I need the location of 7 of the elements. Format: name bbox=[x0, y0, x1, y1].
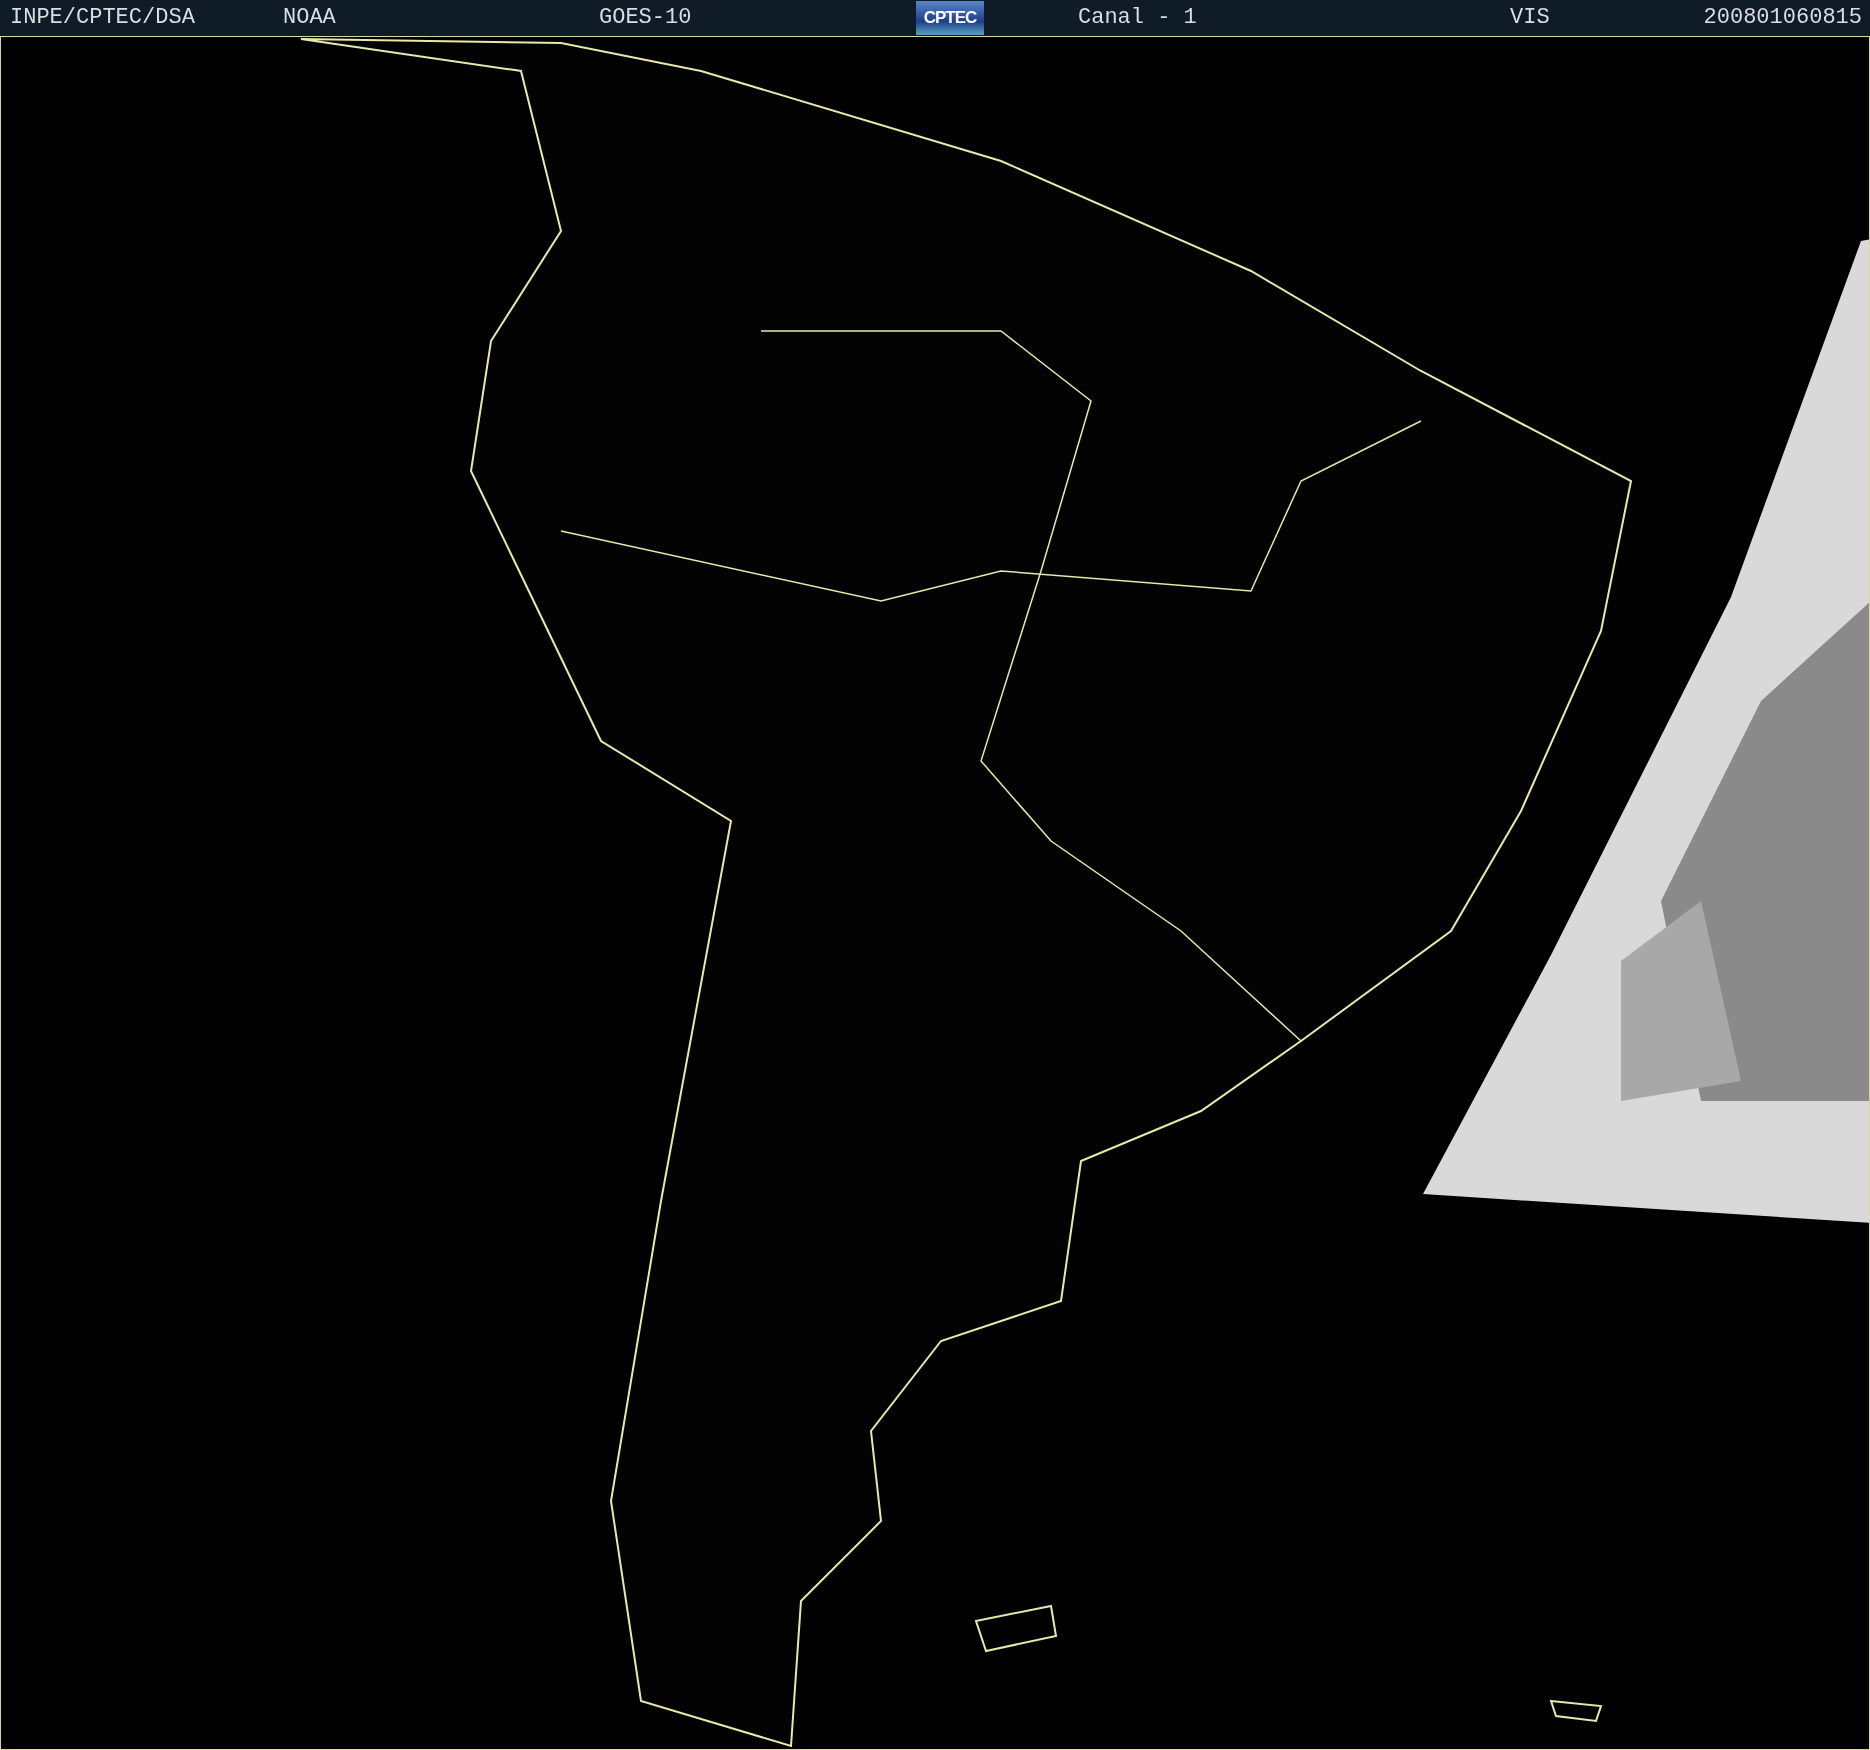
logo: CPTEC bbox=[916, 1, 984, 35]
header-label: NOAA bbox=[283, 7, 336, 29]
header-label: GOES-10 bbox=[599, 7, 692, 29]
header-label: VIS bbox=[1510, 7, 1550, 29]
header-label: 200801060815 bbox=[1703, 7, 1863, 29]
header-label: INPE/CPTEC/DSA bbox=[10, 7, 195, 29]
header-label: Canal - 1 bbox=[1078, 7, 1197, 29]
